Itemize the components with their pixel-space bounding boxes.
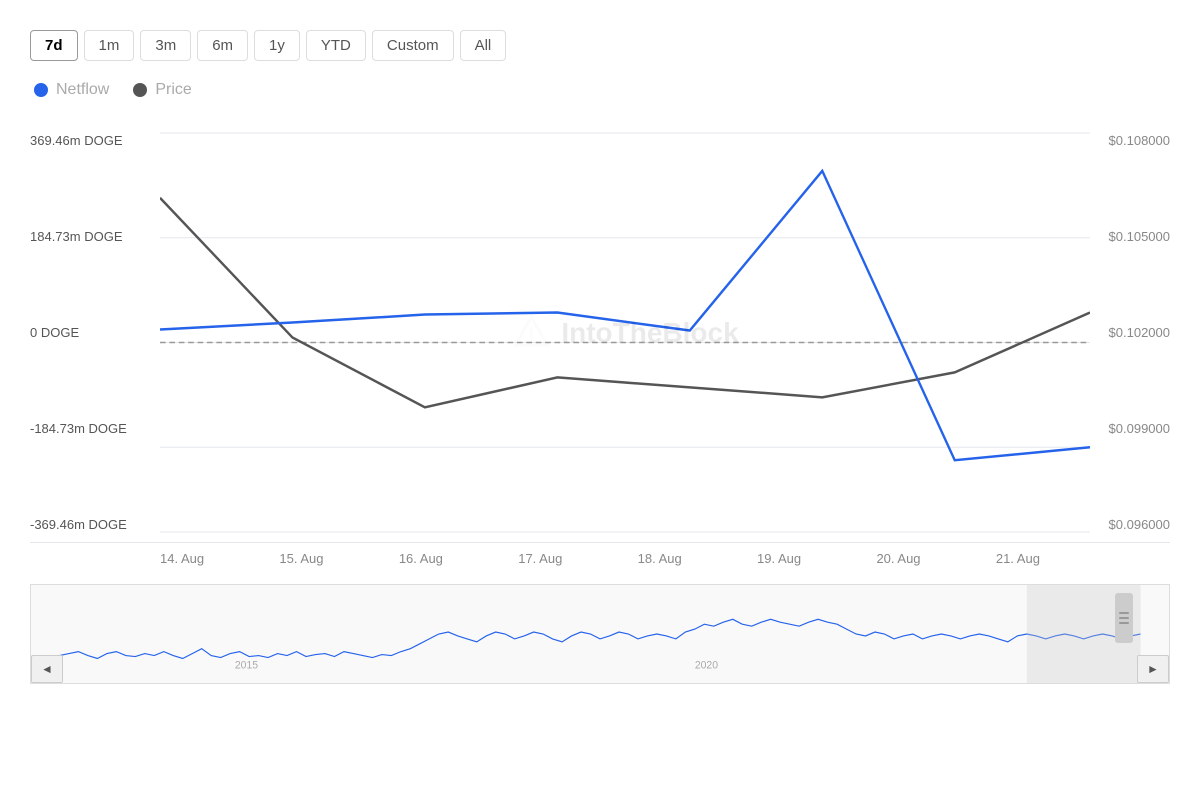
- y-right-4: $0.096000: [1090, 517, 1170, 532]
- y-left-2: 0 DOGE: [30, 325, 160, 340]
- y-left-4: -369.46m DOGE: [30, 517, 160, 532]
- mini-year-2015: 2015: [235, 659, 258, 671]
- btn-all[interactable]: All: [460, 30, 507, 61]
- y-left-0: 369.46m DOGE: [30, 133, 160, 148]
- time-range-bar: 7d 1m 3m 6m 1y YTD Custom All: [30, 30, 1170, 61]
- legend-netflow: Netflow: [34, 81, 109, 99]
- x-label-0: 14. Aug: [160, 551, 204, 566]
- mini-year-2020: 2020: [695, 659, 718, 671]
- btn-1y[interactable]: 1y: [254, 30, 300, 61]
- price-dot: [133, 83, 147, 97]
- x-label-1: 15. Aug: [279, 551, 323, 566]
- y-right-3: $0.099000: [1090, 421, 1170, 436]
- y-axis-right: $0.108000 $0.105000 $0.102000 $0.099000 …: [1090, 123, 1170, 542]
- y-right-2: $0.102000: [1090, 325, 1170, 340]
- x-label-4: 18. Aug: [638, 551, 682, 566]
- main-chart: 369.46m DOGE 184.73m DOGE 0 DOGE -184.73…: [30, 123, 1170, 543]
- netflow-label: Netflow: [56, 81, 109, 99]
- btn-custom[interactable]: Custom: [372, 30, 454, 61]
- x-label-5: 19. Aug: [757, 551, 801, 566]
- y-left-1: 184.73m DOGE: [30, 229, 160, 244]
- drag-line-1: [1119, 612, 1129, 614]
- price-label: Price: [155, 81, 191, 99]
- x-label-6: 20. Aug: [876, 551, 920, 566]
- y-left-3: -184.73m DOGE: [30, 421, 160, 436]
- chart-svg-area: IntoTheBlock: [160, 123, 1090, 542]
- x-label-2: 16. Aug: [399, 551, 443, 566]
- price-line: [160, 198, 1090, 408]
- drag-line-3: [1119, 622, 1129, 624]
- chart-wrapper: 369.46m DOGE 184.73m DOGE 0 DOGE -184.73…: [30, 123, 1170, 684]
- x-label-3: 17. Aug: [518, 551, 562, 566]
- btn-6m[interactable]: 6m: [197, 30, 248, 61]
- drag-lines: [1119, 612, 1129, 624]
- drag-line-2: [1119, 617, 1129, 619]
- btn-7d[interactable]: 7d: [30, 30, 78, 61]
- legend-price: Price: [133, 81, 191, 99]
- x-axis: 14. Aug 15. Aug 16. Aug 17. Aug 18. Aug …: [30, 543, 1170, 574]
- mini-nav-left-button[interactable]: ◄: [31, 655, 63, 683]
- y-right-0: $0.108000: [1090, 133, 1170, 148]
- y-axis-left: 369.46m DOGE 184.73m DOGE 0 DOGE -184.73…: [30, 123, 160, 542]
- main-container: 7d 1m 3m 6m 1y YTD Custom All Netflow Pr…: [0, 0, 1200, 800]
- x-label-7: 21. Aug: [996, 551, 1040, 566]
- mini-nav-right-button[interactable]: ►: [1137, 655, 1169, 683]
- btn-1m[interactable]: 1m: [84, 30, 135, 61]
- btn-ytd[interactable]: YTD: [306, 30, 366, 61]
- main-svg: [160, 123, 1090, 542]
- mini-drag-handle[interactable]: [1115, 593, 1133, 643]
- mini-chart-svg: 2015 2020: [31, 585, 1169, 683]
- chart-legend: Netflow Price: [34, 81, 1170, 99]
- y-right-1: $0.105000: [1090, 229, 1170, 244]
- netflow-dot: [34, 83, 48, 97]
- mini-chart: 2015 2020 ◄ ►: [30, 584, 1170, 684]
- btn-3m[interactable]: 3m: [140, 30, 191, 61]
- netflow-line: [160, 171, 1090, 460]
